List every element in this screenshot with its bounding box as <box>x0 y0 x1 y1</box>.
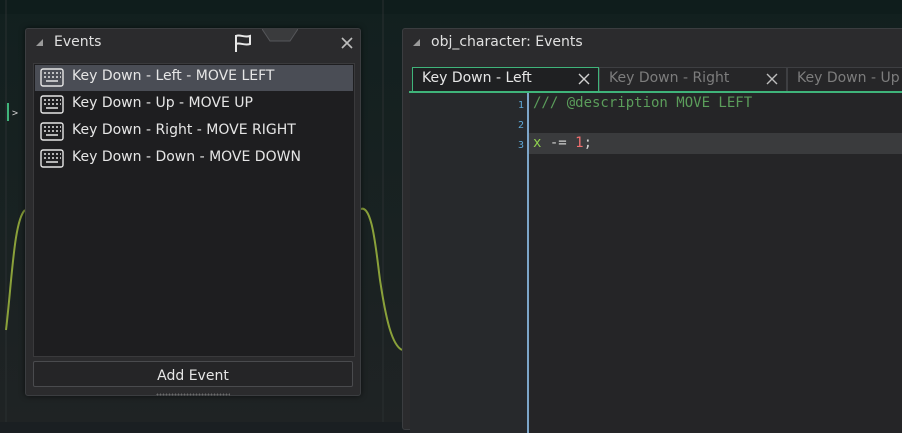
tab-label: Key Down - Left <box>422 70 532 86</box>
line-number-gutter: 1 2 3 <box>410 93 528 433</box>
code-line-3: x -= 1; <box>533 135 592 151</box>
event-item-key-down-left[interactable]: Key Down - Left - MOVE LEFT <box>35 65 353 91</box>
event-label: Key Down - Left - MOVE LEFT <box>72 68 275 84</box>
keyboard-icon <box>40 149 64 168</box>
event-list: Key Down - Left - MOVE LEFT Key Down - U… <box>33 63 355 357</box>
editor-panel-title: obj_character: Events <box>431 34 583 50</box>
code-editor-text-area[interactable]: /// @description MOVE LEFT x -= 1; <box>529 93 902 433</box>
collapse-triangle-icon[interactable] <box>413 39 420 46</box>
close-icon[interactable] <box>578 73 590 85</box>
tab-label: Key Down - Up <box>797 70 900 86</box>
event-item-key-down-right[interactable]: Key Down - Right - MOVE RIGHT <box>35 119 353 145</box>
fold-arrow-icon[interactable]: > <box>12 108 18 119</box>
keyboard-icon <box>40 122 64 141</box>
add-event-button[interactable]: Add Event <box>33 361 353 387</box>
code-token-number: 1 <box>575 135 584 151</box>
line-number: 1 <box>517 100 524 111</box>
event-label: Key Down - Right - MOVE RIGHT <box>72 122 296 138</box>
tab-key-down-right[interactable]: Key Down - Right <box>599 67 787 91</box>
event-label: Key Down - Up - MOVE UP <box>72 95 253 111</box>
events-panel-header: Events <box>26 29 360 57</box>
code-token-semicolon: ; <box>583 135 593 151</box>
event-item-key-down-down[interactable]: Key Down - Down - MOVE DOWN <box>35 146 353 172</box>
events-panel: Events Key Down - Left - MOVE LEFT Key D… <box>25 28 361 396</box>
code-editor-panel: obj_character: Events Key Down - Left Ke… <box>402 28 902 433</box>
event-label: Key Down - Down - MOVE DOWN <box>72 149 301 165</box>
event-item-key-down-up[interactable]: Key Down - Up - MOVE UP <box>35 92 353 118</box>
keyboard-icon <box>40 68 64 87</box>
resize-grip[interactable] <box>156 393 230 396</box>
line-number: 2 <box>517 120 524 131</box>
close-icon[interactable] <box>766 73 778 85</box>
keyboard-icon <box>40 95 64 114</box>
tab-key-down-up[interactable]: Key Down - Up <box>787 67 902 91</box>
code-line-1: /// @description MOVE LEFT <box>533 95 753 111</box>
line-number: 3 <box>517 140 524 151</box>
code-token-operator: -= <box>541 135 576 151</box>
flag-icon[interactable] <box>232 32 254 54</box>
event-tab-bar: Key Down - Left Key Down - Right Key Dow… <box>409 67 902 93</box>
tab-label: Key Down - Right <box>609 70 730 86</box>
close-icon[interactable] <box>340 36 354 50</box>
current-line-marker <box>7 103 9 121</box>
header-notch-decoration <box>262 29 298 42</box>
tab-key-down-left[interactable]: Key Down - Left <box>412 67 599 91</box>
events-panel-title: Events <box>54 34 102 50</box>
collapse-triangle-icon[interactable] <box>36 39 43 46</box>
